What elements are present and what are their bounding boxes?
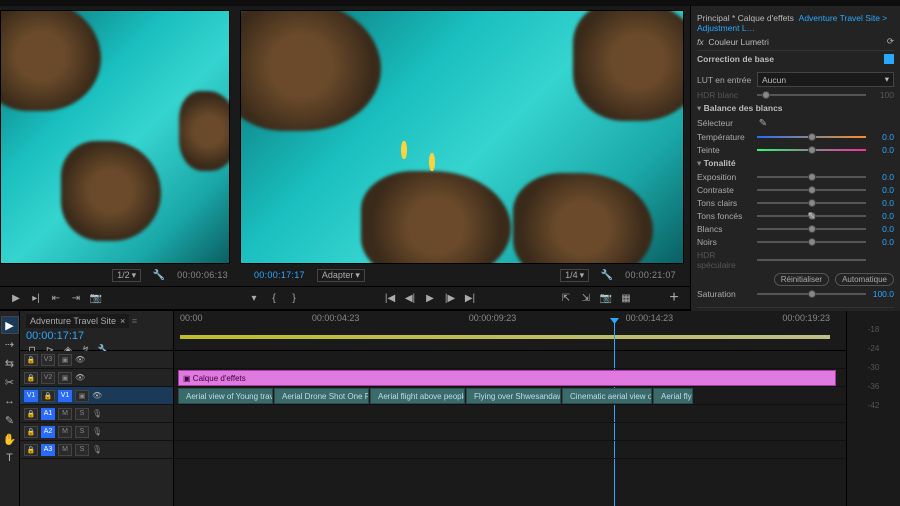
extract-icon[interactable]: ⇲: [580, 292, 592, 304]
track-toggle[interactable]: A2: [41, 426, 55, 438]
wrench-icon[interactable]: 🔧: [601, 269, 613, 281]
type-tool-icon[interactable]: T: [1, 449, 19, 467]
selection-tool-icon[interactable]: ▶: [1, 316, 19, 334]
eyedropper-icon[interactable]: ✎: [757, 117, 769, 129]
step-fwd-icon[interactable]: |▶: [444, 292, 456, 304]
wrench-icon[interactable]: 🔧: [153, 269, 165, 281]
go-out-icon[interactable]: ▶|: [464, 292, 476, 304]
eye-icon[interactable]: 👁: [75, 373, 85, 382]
program-info-bar: 00:00:17:17 Adapter▾ 1/4▾ 🔧 00:00:21:07: [246, 264, 684, 286]
video-clip[interactable]: Aerial flight above people h: [370, 388, 465, 404]
program-fit-dropdown[interactable]: Adapter▾: [317, 269, 365, 282]
source-monitor[interactable]: [0, 10, 230, 264]
video-clip[interactable]: Aerial view of Young travele: [178, 388, 273, 404]
whites-slider[interactable]: [757, 228, 866, 230]
saturation-slider[interactable]: [757, 293, 866, 295]
tone-header[interactable]: Tonalité: [697, 158, 894, 169]
go-in-icon[interactable]: |◀: [384, 292, 396, 304]
program-in-timecode[interactable]: 00:00:17:17: [254, 270, 305, 280]
exposure-slider[interactable]: [757, 176, 866, 178]
tool-palette: ▶ ⇢ ⇆ ✂ ↔ ✎ ✋ T: [0, 311, 20, 506]
hand-tool-icon[interactable]: ✋: [1, 430, 19, 448]
track-lock-icon[interactable]: 🔒: [41, 390, 55, 402]
video-clip[interactable]: Aerial fly: [653, 388, 693, 404]
source-info-bar: 1/2▾ 🔧 00:00:06:13: [0, 264, 236, 286]
export-frame-icon[interactable]: 📷: [600, 292, 612, 304]
playhead-timecode[interactable]: 00:00:17:17: [26, 330, 167, 342]
slip-tool-icon[interactable]: ↔: [1, 392, 19, 410]
add-button-icon[interactable]: +: [668, 292, 680, 304]
auto-button[interactable]: Automatique: [835, 273, 894, 286]
video-clip[interactable]: Aerial Drone Shot One Perso: [274, 388, 369, 404]
time-ruler[interactable]: 00:00 00:00:04:23 00:00:09:23 00:00:14:2…: [174, 311, 846, 350]
voice-icon[interactable]: 🎙: [92, 445, 102, 454]
adjustment-layer-clip[interactable]: ▣ Calque d'effets: [178, 370, 836, 386]
temperature-slider[interactable]: [757, 136, 866, 138]
track-toggle[interactable]: V1: [58, 390, 72, 402]
track-toggle[interactable]: A1: [41, 408, 55, 420]
mark-in-icon[interactable]: {: [268, 292, 280, 304]
add-marker-icon[interactable]: ▾: [248, 292, 260, 304]
razor-tool-icon[interactable]: ✂: [1, 373, 19, 391]
tint-slider[interactable]: [757, 149, 866, 151]
sequence-tab[interactable]: Adventure Travel Site×: [26, 314, 129, 328]
reset-button[interactable]: Réinitialiser: [774, 273, 829, 286]
program-out-timecode[interactable]: 00:00:21:07: [625, 270, 676, 280]
insert-icon[interactable]: ⇤: [50, 292, 62, 304]
effect-name[interactable]: Couleur Lumetri: [708, 37, 768, 47]
white-balance-header[interactable]: Balance des blancs: [697, 103, 894, 114]
export-frame-icon[interactable]: 📷: [90, 292, 102, 304]
pen-tool-icon[interactable]: ✎: [1, 411, 19, 429]
track-lock-icon[interactable]: 🔒: [24, 408, 38, 420]
play-icon[interactable]: ▶: [10, 292, 22, 304]
mark-out-icon[interactable]: }: [288, 292, 300, 304]
track-select-tool-icon[interactable]: ⇢: [1, 335, 19, 353]
ripple-tool-icon[interactable]: ⇆: [1, 354, 19, 372]
source-scale-dropdown[interactable]: 1/2▾: [112, 269, 141, 282]
eye-icon[interactable]: 👁: [75, 355, 85, 364]
track-headers: 🔒V3▣👁 🔒V2▣👁 V1🔒V1▣👁 🔒A1MS🎙 🔒A2MS🎙 🔒A3MS🎙: [20, 351, 174, 506]
track-toggle[interactable]: A3: [41, 444, 55, 456]
blacks-slider[interactable]: [757, 241, 866, 243]
video-clip[interactable]: Cinematic aerial view of c: [562, 388, 652, 404]
timeline-panel: Adventure Travel Site× ≡ 00:00:17:17 ⊓ ⊳…: [20, 311, 846, 506]
lut-dropdown[interactable]: Aucun▾: [757, 72, 894, 87]
lift-icon[interactable]: ⇱: [560, 292, 572, 304]
play-icon[interactable]: ▶: [424, 292, 436, 304]
source-out-timecode[interactable]: 00:00:06:13: [177, 270, 228, 280]
voice-icon[interactable]: 🎙: [92, 427, 102, 436]
voice-icon[interactable]: 🎙: [92, 409, 102, 418]
basic-correction-header[interactable]: Correction de base: [697, 54, 774, 64]
track-lock-icon[interactable]: 🔒: [24, 354, 38, 366]
program-scale-dropdown[interactable]: 1/4▾: [560, 269, 589, 282]
safe-margins-icon[interactable]: ▦: [620, 292, 632, 304]
step-back-icon[interactable]: ◀|: [404, 292, 416, 304]
highlights-slider[interactable]: [757, 202, 866, 204]
track-lock-icon[interactable]: 🔒: [24, 426, 38, 438]
track-toggle[interactable]: V3: [41, 354, 55, 366]
track-lock-icon[interactable]: 🔒: [24, 444, 38, 456]
track-lock-icon[interactable]: 🔒: [24, 372, 38, 384]
program-preview: [241, 11, 683, 263]
track-toggle[interactable]: V2: [41, 372, 55, 384]
overwrite-icon[interactable]: ⇥: [70, 292, 82, 304]
clip-path: Principal * Calque d'effets: [697, 13, 794, 23]
step-icon[interactable]: ▸|: [30, 292, 42, 304]
basic-checkbox[interactable]: [884, 54, 894, 64]
audio-meters: -18-24-30-36-42: [846, 311, 900, 506]
track-lanes[interactable]: ▣ Calque d'effets Aerial view of Young t…: [174, 351, 846, 506]
contrast-slider[interactable]: [757, 189, 866, 191]
source-preview: [1, 11, 229, 263]
video-clip[interactable]: Flying over Shwesandaw Pa: [466, 388, 561, 404]
close-icon[interactable]: ×: [120, 316, 125, 326]
eye-icon[interactable]: 👁: [92, 391, 102, 400]
program-monitor[interactable]: [240, 10, 684, 264]
